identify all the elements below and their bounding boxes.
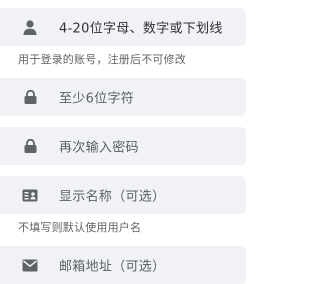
confirm-password-input[interactable]: 再次输入密码	[59, 137, 139, 156]
email-input[interactable]: 邮箱地址（可选）	[59, 256, 165, 275]
id-card-icon	[22, 187, 38, 203]
password-input[interactable]: 至少6位字符	[59, 88, 134, 107]
lock-icon	[22, 89, 38, 105]
lock-icon	[22, 138, 38, 154]
username-field[interactable]: 4-20位字母、数字或下划线	[0, 8, 246, 46]
email-field[interactable]: 邮箱地址（可选）	[0, 246, 246, 284]
username-hint: 用于登录的账号，注册后不可修改	[18, 53, 186, 66]
password-field[interactable]: 至少6位字符	[0, 78, 246, 116]
user-icon	[22, 19, 38, 35]
envelope-icon	[22, 257, 38, 273]
username-input[interactable]: 4-20位字母、数字或下划线	[59, 18, 223, 37]
display-name-field[interactable]: 显示名称（可选）	[0, 176, 246, 214]
display-name-input[interactable]: 显示名称（可选）	[59, 186, 165, 205]
confirm-password-field[interactable]: 再次输入密码	[0, 127, 246, 165]
display-name-hint: 不填写则默认使用用户名	[18, 221, 142, 234]
